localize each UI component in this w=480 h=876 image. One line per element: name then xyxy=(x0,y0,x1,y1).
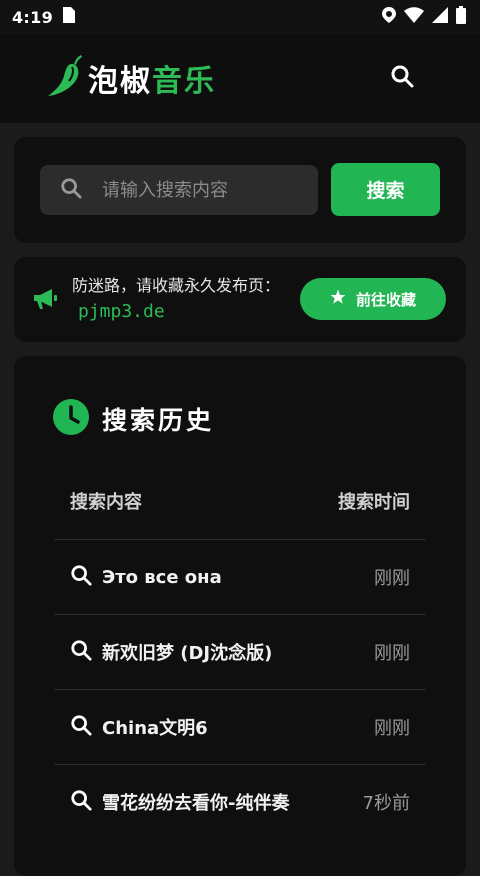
search-button[interactable]: 搜索 xyxy=(331,163,440,216)
history-title: 搜索历史 xyxy=(102,406,215,435)
search-history-card: 搜索历史 搜索内容 搜索时间 Это все она 刚刚 新欢旧梦 (DJ沈念… xyxy=(14,356,466,876)
history-time: 刚刚 xyxy=(374,568,410,589)
history-query: 雪花纷纷去看你-纯伴奏 xyxy=(102,793,290,814)
location-icon xyxy=(382,7,396,27)
search-icon xyxy=(70,714,92,740)
column-header-content: 搜索内容 xyxy=(70,492,142,513)
wifi-icon xyxy=(404,7,424,27)
clock-icon xyxy=(52,398,90,440)
header-search-button[interactable] xyxy=(388,64,416,92)
search-card: 搜索 xyxy=(14,137,466,243)
history-row[interactable]: China文明6 刚刚 xyxy=(54,690,426,764)
sim-card-icon xyxy=(63,7,75,27)
status-time: 4:19 xyxy=(12,7,53,27)
status-bar: 4:19 xyxy=(0,0,480,34)
history-time: 7秒前 xyxy=(362,793,410,814)
search-input[interactable] xyxy=(100,178,290,202)
signal-icon xyxy=(432,7,448,27)
search-icon xyxy=(390,64,414,92)
bookmark-button[interactable]: 前往收藏 xyxy=(300,278,446,320)
column-header-time: 搜索时间 xyxy=(338,492,410,513)
star-icon xyxy=(330,289,346,309)
bookmark-button-label: 前往收藏 xyxy=(355,290,416,309)
history-time: 刚刚 xyxy=(374,718,410,739)
search-box[interactable] xyxy=(40,165,318,215)
battery-icon xyxy=(456,6,466,28)
history-query: 新欢旧梦 (DJ沈念版) xyxy=(102,643,273,664)
history-row[interactable]: 雪花纷纷去看你-纯伴奏 7秒前 xyxy=(54,765,426,839)
history-time: 刚刚 xyxy=(374,643,410,664)
chili-pepper-icon xyxy=(46,54,82,102)
notice-message: 防迷路，请收藏永久发布页： pjmp3.de xyxy=(72,273,292,325)
notice-card: 防迷路，请收藏永久发布页： pjmp3.de 前往收藏 xyxy=(14,257,466,342)
notice-link[interactable]: pjmp3.de xyxy=(78,301,165,322)
notice-text: 防迷路，请收藏永久发布页： xyxy=(72,276,281,295)
search-icon xyxy=(70,564,92,590)
megaphone-icon xyxy=(32,287,58,315)
app-header: 泡椒音乐 xyxy=(0,34,480,123)
search-icon xyxy=(70,639,92,665)
history-header: 搜索历史 xyxy=(52,398,214,440)
history-row[interactable]: Это все она 刚刚 xyxy=(54,540,426,614)
brand-name-part1: 泡椒 xyxy=(88,64,152,99)
search-icon xyxy=(60,177,82,203)
brand-logo[interactable]: 泡椒音乐 xyxy=(46,54,216,102)
search-icon xyxy=(70,789,92,815)
brand-name-part2: 音乐 xyxy=(152,64,216,99)
history-row[interactable]: 新欢旧梦 (DJ沈念版) 刚刚 xyxy=(54,615,426,689)
history-query: China文明6 xyxy=(102,718,208,739)
history-query: Это все она xyxy=(102,566,222,588)
